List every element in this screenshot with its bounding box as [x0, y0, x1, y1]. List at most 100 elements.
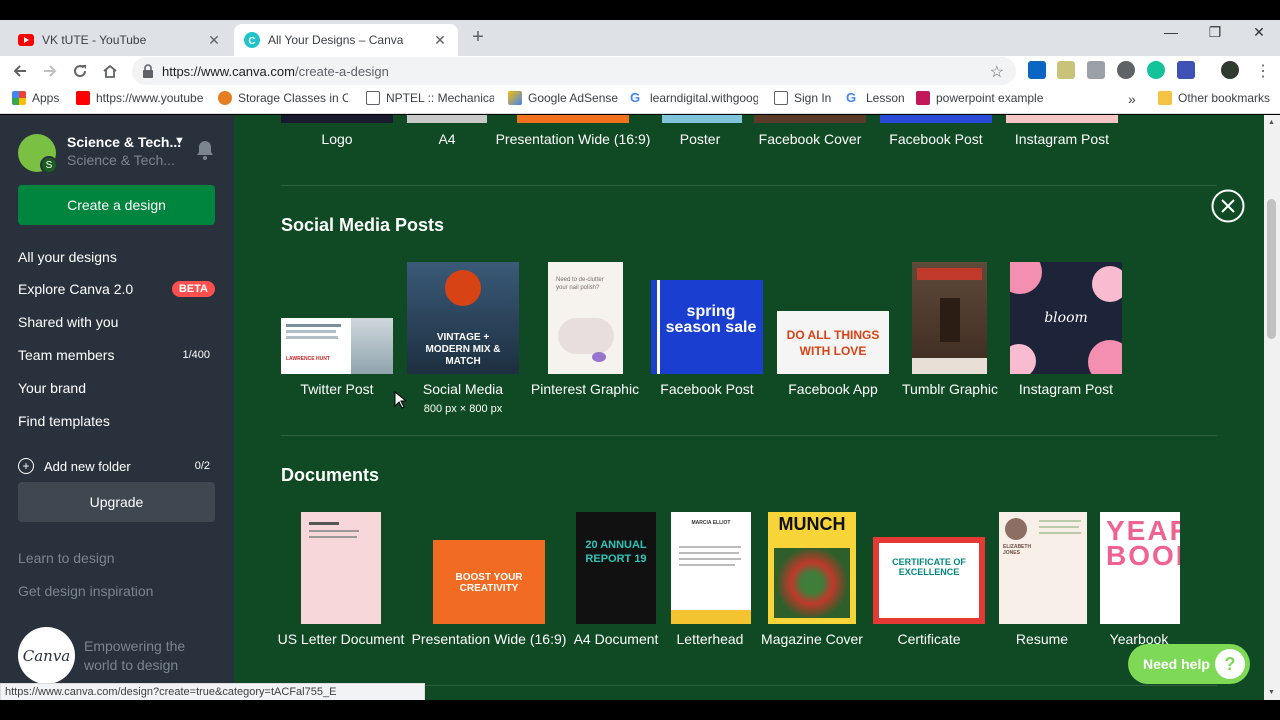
facebook-app-thumbnail[interactable]: DO ALL THINGS WITH LOVE — [777, 311, 889, 374]
template-label[interactable]: Facebook App — [788, 381, 878, 397]
sidebar-item-team-members[interactable]: Team members 1/400 — [18, 347, 215, 363]
home-icon[interactable] — [99, 60, 121, 82]
bookmark-adsense[interactable]: Google AdSense — [508, 91, 618, 105]
template-label[interactable]: Instagram Post — [1015, 131, 1109, 147]
add-folder-button[interactable]: + Add new folder 0/2 — [18, 458, 215, 474]
template-label[interactable]: Presentation Wide (16:9) — [412, 631, 567, 647]
resume-thumbnail[interactable]: ELIZABETH JONES — [999, 512, 1087, 624]
create-design-button[interactable]: Create a design — [18, 185, 215, 225]
profile-avatar[interactable] — [1221, 61, 1239, 79]
extension-icon[interactable] — [1087, 61, 1105, 79]
instagram-post-thumbnail[interactable] — [1006, 115, 1118, 123]
eyedropper-extension-icon[interactable] — [1117, 61, 1135, 79]
scroll-down-icon[interactable]: ▼ — [1268, 689, 1275, 696]
design-inspiration-link[interactable]: Get design inspiration — [18, 583, 153, 599]
social-media-thumbnail[interactable]: VINTAGE + MODERN MIX & MATCH — [407, 262, 519, 374]
template-label[interactable]: Logo — [321, 131, 352, 147]
bookmark-storage-classes[interactable]: Storage Classes in C — [218, 91, 348, 105]
bookmark-apps[interactable]: Apps — [12, 91, 59, 105]
chat-extension-icon[interactable] — [1177, 61, 1195, 79]
reload-icon[interactable] — [69, 60, 91, 82]
template-label[interactable]: Twitter Post — [300, 381, 373, 397]
yearbook-thumbnail[interactable]: YEAR BOOK — [1100, 512, 1180, 624]
bookmark-powerpoint[interactable]: powerpoint example — [916, 91, 1043, 105]
more-bookmarks-icon[interactable]: » — [1128, 91, 1136, 107]
scroll-thumb[interactable] — [1267, 199, 1276, 339]
tumblr-thumbnail[interactable] — [912, 262, 987, 374]
chevron-down-icon[interactable]: ▼ — [174, 135, 185, 147]
a4-thumbnail[interactable] — [407, 115, 487, 123]
linkedin-extension-icon[interactable] — [1028, 61, 1046, 79]
a4-document-thumbnail[interactable]: 20 ANNUAL REPORT 19 — [576, 512, 656, 624]
google-icon: G — [630, 91, 641, 105]
close-tab-icon[interactable]: ✕ — [432, 32, 448, 49]
magazine-cover-thumbnail[interactable]: MUNCH — [768, 512, 856, 624]
presentation-wide-thumbnail[interactable]: BOOST YOUR CREATIVITY — [433, 540, 545, 624]
template-label[interactable]: US Letter Document — [278, 631, 405, 647]
close-window-icon[interactable]: ✕ — [1244, 24, 1274, 41]
tab-canva[interactable]: C All Your Designs – Canva ✕ — [234, 24, 458, 56]
template-label[interactable]: Facebook Post — [660, 381, 753, 397]
template-label[interactable]: A4 — [438, 131, 455, 147]
template-label[interactable]: Pinterest Graphic — [531, 381, 639, 397]
template-label[interactable]: Instagram Post — [1019, 381, 1113, 397]
template-label[interactable]: Letterhead — [677, 631, 744, 647]
twitter-post-thumbnail[interactable]: LAWRENCE HUNT — [281, 318, 393, 374]
forward-icon[interactable] — [39, 60, 61, 82]
need-help-button[interactable]: Need help ? — [1128, 644, 1250, 684]
us-letter-thumbnail[interactable] — [301, 512, 381, 624]
certificate-thumbnail[interactable]: CERTIFICATE OF EXCELLENCE — [873, 537, 985, 624]
logo-thumbnail[interactable] — [281, 115, 393, 123]
template-label[interactable]: Social Media — [423, 381, 503, 397]
sidebar-item-explore[interactable]: Explore Canva 2.0 BETA — [18, 281, 215, 297]
back-icon[interactable] — [9, 60, 31, 82]
template-label[interactable]: Tumblr Graphic — [902, 381, 998, 397]
upgrade-button[interactable]: Upgrade — [18, 482, 215, 522]
facebook-post-thumbnail[interactable]: spring season sale — [651, 280, 763, 374]
template-label[interactable]: Facebook Cover — [759, 131, 862, 147]
bookmark-learndigital[interactable]: Glearndigital.withgoog — [630, 91, 758, 105]
bookmark-youtube[interactable]: https://www.youtube — [76, 91, 204, 105]
pinterest-thumbnail[interactable]: Need to de-clutter your nail polish? — [548, 262, 623, 374]
template-label[interactable]: A4 Document — [574, 631, 659, 647]
facebook-post-thumbnail[interactable] — [880, 115, 992, 123]
restore-icon[interactable]: ❐ — [1200, 24, 1230, 41]
address-bar[interactable]: https://www.canva.com/create-a-design ☆ — [132, 57, 1016, 85]
facebook-cover-thumbnail[interactable] — [754, 115, 866, 123]
bookmark-other[interactable]: Other bookmarks — [1158, 91, 1270, 105]
tab-youtube[interactable]: VK tUTE - YouTube ✕ — [8, 24, 232, 56]
team-name[interactable]: Science & Tech... — [67, 134, 181, 150]
scrollbar[interactable]: ▲ ▼ — [1264, 115, 1280, 700]
template-label[interactable]: Poster — [680, 131, 720, 147]
letterhead-thumbnail[interactable]: MARCIA ELLIOT — [671, 512, 751, 624]
sidebar-item-brand[interactable]: Your brand — [18, 380, 215, 396]
template-label[interactable]: Certificate — [897, 631, 960, 647]
notes-extension-icon[interactable] — [1057, 61, 1075, 79]
new-tab-icon[interactable]: + — [466, 26, 490, 49]
learn-to-design-link[interactable]: Learn to design — [18, 550, 115, 566]
bookmark-lesson[interactable]: G Lesson — [846, 91, 905, 105]
close-tab-icon[interactable]: ✕ — [206, 32, 222, 49]
canva-logo[interactable]: Canva — [18, 627, 75, 684]
template-label[interactable]: Facebook Post — [889, 131, 982, 147]
minimize-icon[interactable]: — — [1156, 24, 1186, 40]
sidebar-item-templates[interactable]: Find templates — [18, 413, 215, 429]
menu-icon[interactable]: ⋮ — [1255, 61, 1271, 81]
presentation-thumbnail[interactable] — [517, 115, 629, 123]
add-folder-label: Add new folder — [44, 458, 131, 474]
grammarly-extension-icon[interactable] — [1147, 61, 1165, 79]
star-icon[interactable]: ☆ — [990, 62, 1004, 82]
bell-icon[interactable] — [195, 139, 215, 166]
template-label[interactable]: Magazine Cover — [761, 631, 863, 647]
scroll-up-icon[interactable]: ▲ — [1268, 119, 1275, 126]
bookmark-sign-in[interactable]: Sign In — [774, 91, 831, 105]
close-icon[interactable] — [1211, 189, 1245, 228]
poster-thumbnail[interactable] — [662, 115, 742, 123]
bookmark-nptel[interactable]: NPTEL :: Mechanical — [366, 91, 494, 105]
sidebar-item-shared[interactable]: Shared with you — [18, 314, 215, 330]
instagram-thumbnail[interactable]: bloom — [1010, 262, 1122, 374]
template-label[interactable]: Presentation Wide (16:9) — [496, 131, 651, 147]
avatar[interactable]: S — [18, 134, 58, 174]
template-label[interactable]: Resume — [1016, 631, 1068, 647]
sidebar-item-all-designs[interactable]: All your designs — [18, 249, 215, 265]
